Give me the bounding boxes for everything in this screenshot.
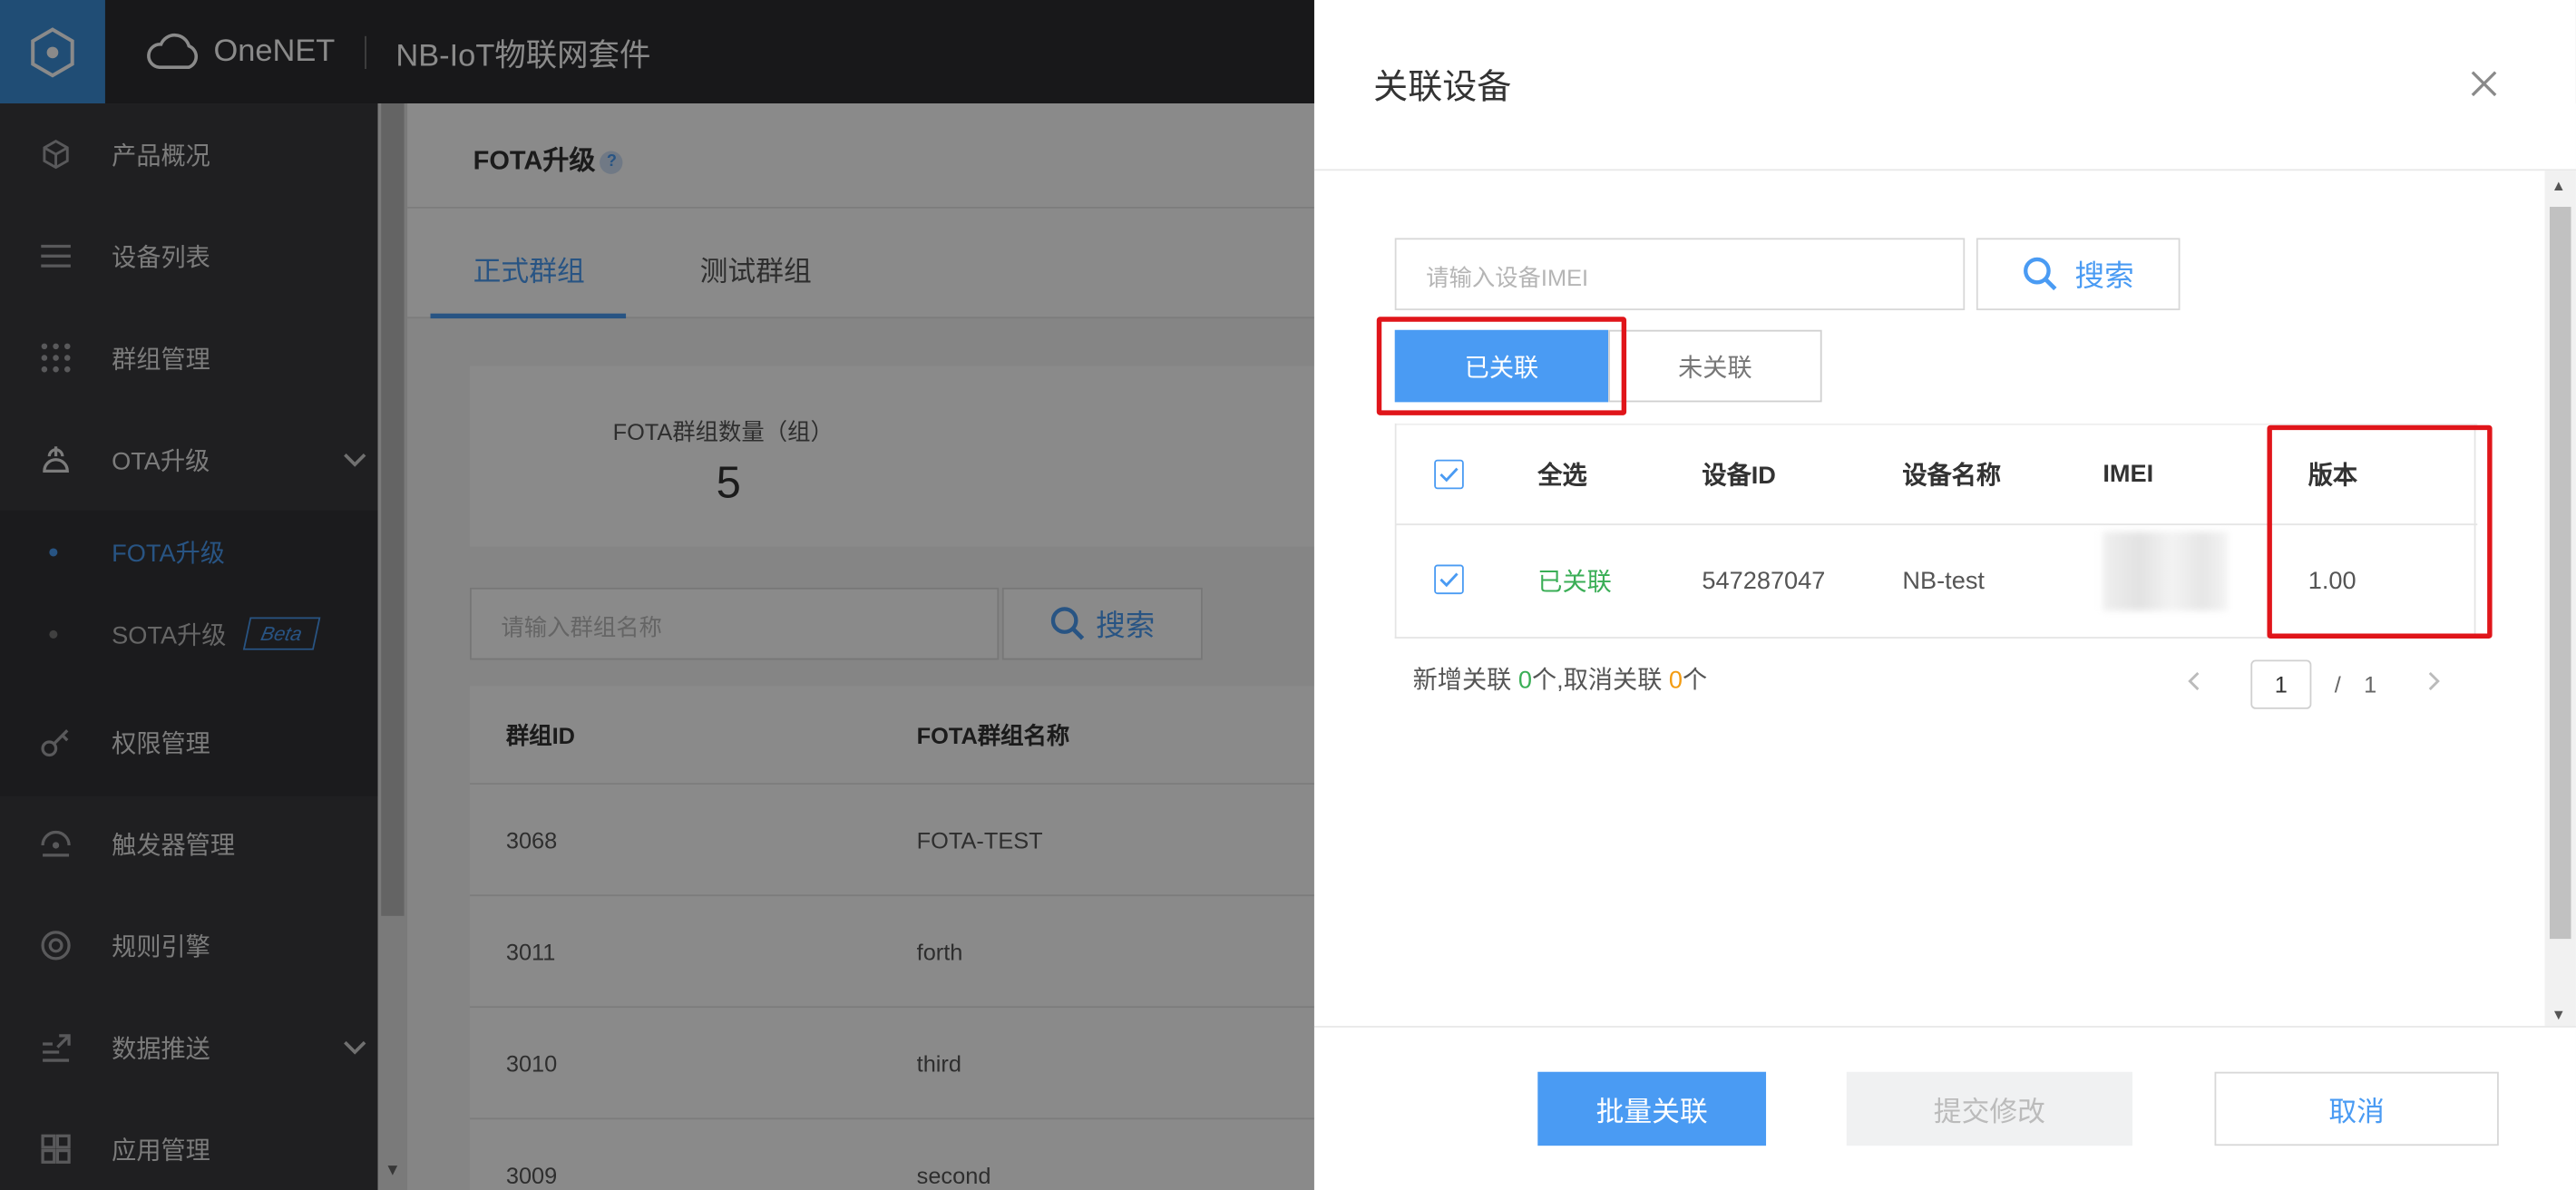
- imei-redacted: [2103, 532, 2228, 611]
- added-count: 0: [1517, 666, 1532, 695]
- device-id: 547287047: [1702, 567, 1826, 596]
- summary-text: 个,取消关联: [1531, 666, 1669, 695]
- imei-search-button[interactable]: 搜索: [1976, 238, 2181, 311]
- summary-text: 新增关联: [1412, 666, 1518, 695]
- page-separator: /: [2334, 671, 2341, 698]
- scroll-down-arrow-icon[interactable]: ▼: [2552, 1006, 2566, 1022]
- link-devices-panel: 关联设备 ▲ ▼ 请输入设备IMEI 搜索 已关联 未关联 全选 设备ID 设备…: [1313, 0, 2576, 1190]
- panel-title: 关联设备: [1373, 69, 1512, 107]
- device-name: NB-test: [1902, 567, 1985, 596]
- column-header: 设备名称: [1902, 462, 2002, 491]
- app-window: OneNET NB-IoT物联网套件 产品概况 设备列表 群组管理 OTA升级 …: [0, 0, 2576, 1190]
- submit-changes-button[interactable]: 提交修改: [1846, 1071, 2132, 1146]
- modal-backdrop[interactable]: [0, 0, 1314, 1190]
- imei-search-input[interactable]: 请输入设备IMEI: [1394, 238, 1966, 311]
- check-icon: [1439, 467, 1459, 483]
- prev-page-icon[interactable]: [2185, 668, 2201, 699]
- scroll-up-arrow-icon[interactable]: ▲: [2552, 177, 2566, 193]
- column-header: 设备ID: [1702, 462, 1776, 491]
- link-status: 已关联: [1537, 569, 1612, 597]
- search-button-label: 搜索: [2074, 258, 2134, 293]
- change-summary: 新增关联 0个,取消关联 0个: [1413, 661, 1708, 696]
- column-header: 全选: [1537, 462, 1587, 491]
- column-header: IMEI: [2103, 460, 2154, 489]
- highlight-box: [2267, 424, 2493, 639]
- scrollbar-thumb[interactable]: [2549, 207, 2571, 940]
- row-checkbox[interactable]: [1434, 564, 1464, 595]
- panel-scrollbar[interactable]: ▲ ▼: [2544, 171, 2576, 1027]
- check-icon: [1439, 572, 1459, 588]
- page-total: 1: [2364, 671, 2377, 698]
- batch-link-button[interactable]: 批量关联: [1537, 1071, 1767, 1146]
- select-all-checkbox[interactable]: [1434, 459, 1464, 490]
- search-icon: [2024, 257, 2057, 291]
- panel-header: 关联设备: [1313, 0, 2576, 171]
- cancel-button[interactable]: 取消: [2214, 1071, 2499, 1146]
- summary-text: 个: [1683, 666, 1708, 695]
- close-icon[interactable]: [2464, 64, 2503, 103]
- next-page-icon[interactable]: [2426, 668, 2443, 699]
- pagination: 1 / 1: [2185, 659, 2443, 709]
- highlight-box: [1376, 317, 1627, 415]
- removed-count: 0: [1668, 666, 1683, 695]
- page-number-input[interactable]: 1: [2250, 659, 2312, 709]
- filter-unlinked-button[interactable]: 未关联: [1608, 329, 1822, 403]
- panel-footer: 批量关联 提交修改 取消: [1313, 1026, 2576, 1190]
